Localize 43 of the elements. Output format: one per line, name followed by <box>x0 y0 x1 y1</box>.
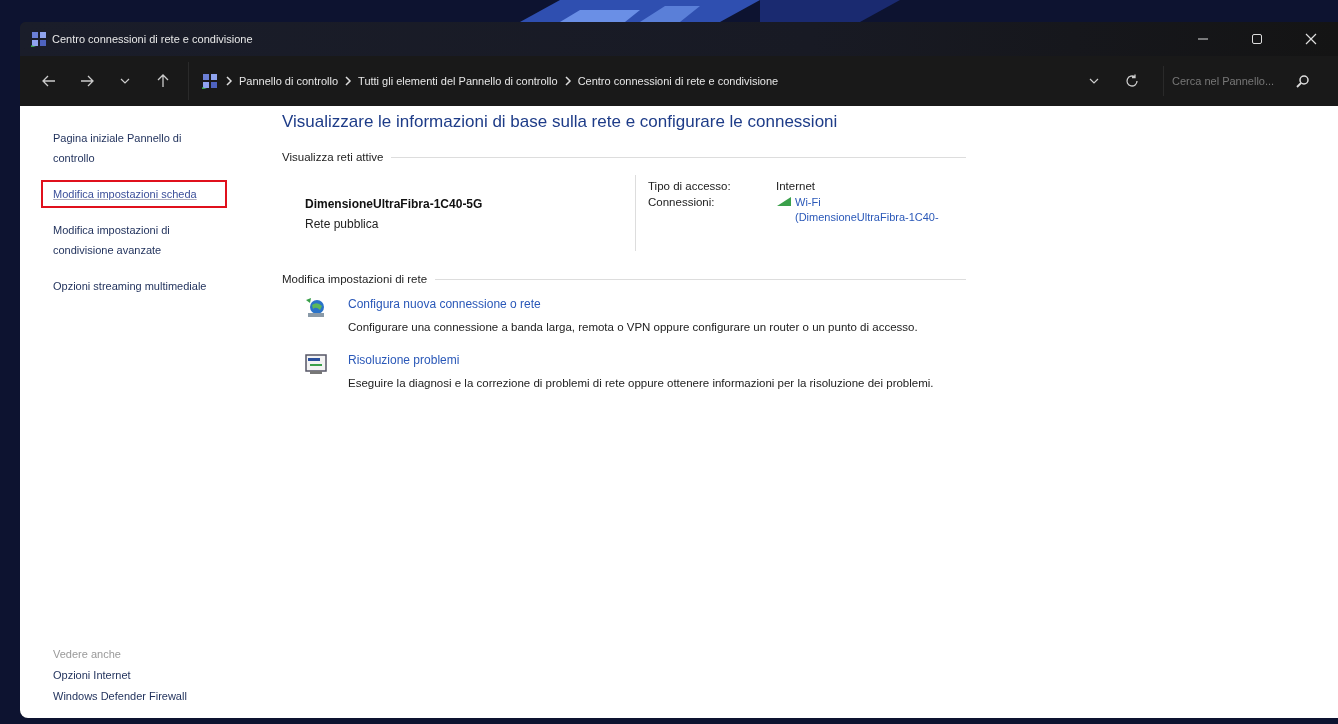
chevron-down-icon <box>120 78 130 84</box>
section-title: Vedere anche <box>53 648 122 660</box>
search-field[interactable]: Cerca nel Pannello... <box>1172 75 1296 87</box>
up-arrow-icon <box>157 74 169 88</box>
page-heading: Visualizzare le informazioni di base sulla rete e configurare le connessioni <box>282 112 839 132</box>
section-title: Modifica impostazioni di rete <box>282 273 428 285</box>
sidebar-link[interactable]: Opzioni Internet <box>53 669 282 681</box>
maximize-icon <box>1251 33 1263 45</box>
section-title: Visualizza reti attive <box>282 151 384 163</box>
breadcrumb[interactable]: Centro connessioni di rete e condivisione <box>577 75 779 87</box>
task-link[interactable]: Risoluzione problemi <box>348 353 948 367</box>
task-description: Eseguire la diagnosi e la correzione di problemi di rete oppure ottenere informazioni per la risoluzione dei problemi. <box>348 376 935 391</box>
breadcrumb[interactable]: Tutti gli elementi del Pannello di controllo <box>358 75 558 87</box>
network-name: DimensioneUltraFibra-1C40-5G <box>305 197 484 211</box>
refresh-icon <box>1125 74 1139 88</box>
task-description: Configurare una connessione a banda larga, remota o VPN oppure configurare un router o un punto di accesso. <box>348 320 919 335</box>
task-link[interactable]: Configura nuova connessione o rete <box>348 297 948 311</box>
window-title: Centro connessioni di rete e condivisione <box>52 33 254 45</box>
field-label: Connessioni: <box>648 196 716 210</box>
sidebar-link[interactable]: Modifica impostazioni di condivisione avanzate <box>41 216 227 264</box>
breadcrumb[interactable]: Pannello di controllo <box>239 75 339 87</box>
field-value: Internet <box>776 180 816 192</box>
chevron-down-icon <box>1089 78 1099 84</box>
control-panel-icon <box>201 72 219 90</box>
control-panel-icon <box>30 30 48 48</box>
close-icon <box>1305 33 1317 45</box>
sidebar-link[interactable]: Opzioni streaming multimediale <box>41 272 227 300</box>
search-icon <box>1296 74 1309 88</box>
address-bar[interactable]: Pannello di controllo Tutti gli elementi del Pannello di controllo Centro connessioni di rete e condivisione <box>188 62 1075 100</box>
forward-arrow-icon <box>80 75 94 87</box>
connection-link[interactable]: (DimensioneUltraFibra-1C40- <box>795 211 939 223</box>
field-label: Tipo di accesso: <box>648 180 732 192</box>
network-category: Rete pubblica <box>305 217 380 231</box>
chevron-icon <box>344 76 353 86</box>
back-arrow-icon <box>42 75 56 87</box>
sidebar-link[interactable]: Windows Defender Firewall <box>53 690 282 702</box>
chevron-icon <box>225 76 233 86</box>
troubleshoot-icon <box>304 353 328 375</box>
connection-link[interactable]: Wi-Fi <box>795 196 939 208</box>
signal-icon <box>776 196 792 207</box>
sidebar-link[interactable]: Modifica impostazioni scheda <box>41 180 227 208</box>
sidebar-link[interactable]: Pagina iniziale Pannello di controllo <box>41 124 227 172</box>
chevron-icon <box>563 76 572 86</box>
